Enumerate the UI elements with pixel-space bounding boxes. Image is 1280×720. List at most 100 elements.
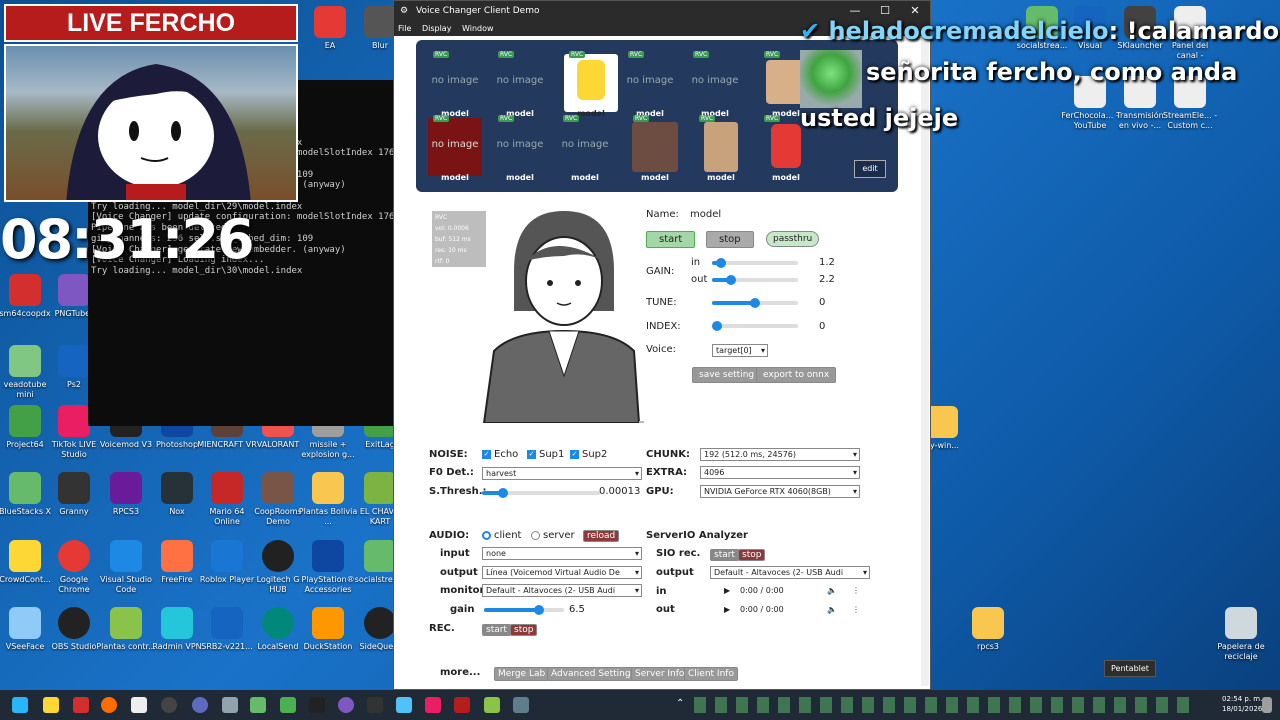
index-slider[interactable] <box>712 321 798 331</box>
monitor-select[interactable]: Default - Altavoces (2- USB Audi <box>482 584 642 597</box>
app-icon[interactable] <box>280 697 296 713</box>
desktop-icon-playstation[interactable]: PlayStation® Accessories <box>298 540 358 595</box>
client-radio[interactable] <box>482 531 491 540</box>
reload-button[interactable]: reload <box>583 530 620 542</box>
app-icon[interactable] <box>338 697 354 713</box>
localsend-icon <box>262 607 294 639</box>
rec-start-button[interactable]: start <box>482 624 511 636</box>
desktop-icon-chrome[interactable]: Google Chrome <box>44 540 104 595</box>
more-link[interactable]: more... <box>440 667 480 678</box>
chat-message-3: usted jejeje <box>800 104 959 132</box>
model-slot[interactable]: RVC no image model <box>493 51 547 118</box>
client-info-button[interactable]: Client Info <box>684 667 738 681</box>
menu-display[interactable]: Display <box>422 24 452 33</box>
desktop-icon-granny[interactable]: Granny <box>44 472 104 517</box>
chevron-up-icon[interactable]: ⌃ <box>676 698 684 709</box>
model-slot[interactable]: RVC no image model <box>623 51 677 118</box>
gain-in-slider[interactable] <box>712 258 798 268</box>
more-icon[interactable]: ⋮ <box>852 584 860 598</box>
chunk-select[interactable]: 192 (512.0 ms, 24576) <box>700 448 860 461</box>
index-label: INDEX: <box>646 321 681 332</box>
sup2-checkbox[interactable]: ✓ <box>570 450 579 459</box>
model-slot-selected[interactable]: RVC model <box>564 51 618 118</box>
gpu-label: GPU: <box>646 486 674 497</box>
vseeface-icon <box>9 607 41 639</box>
output-select[interactable]: Línea (Voicemod Virtual Audio De <box>482 566 642 579</box>
tiktok-icon[interactable] <box>425 697 441 713</box>
gain-out-slider[interactable] <box>712 275 798 285</box>
app-icon[interactable] <box>454 697 470 713</box>
mario-icon <box>211 472 243 504</box>
desktop-icon-duckstation[interactable]: DuckStation <box>298 607 358 652</box>
model-slot[interactable]: RVC no image model <box>493 115 547 182</box>
start-button[interactable]: start <box>646 231 696 248</box>
playstation-icon <box>312 540 344 572</box>
file-explorer-icon[interactable] <box>43 697 59 713</box>
sonic-icon <box>211 607 243 639</box>
server-info-button[interactable]: Server Info <box>631 667 689 681</box>
notifications-icon[interactable] <box>1262 697 1272 713</box>
sio-stop-button[interactable]: stop <box>738 549 766 561</box>
app-icon[interactable] <box>73 697 89 713</box>
sio-start-button[interactable]: start <box>710 549 739 561</box>
app-icon[interactable] <box>131 697 147 713</box>
desktop-icon-plantascontr[interactable]: Plantas contr... <box>96 607 156 652</box>
sthresh-label: S.Thresh.: <box>429 486 487 497</box>
merge-lab-button[interactable]: Merge Lab <box>494 667 550 681</box>
advanced-setting-button[interactable]: Advanced Setting <box>547 667 635 681</box>
voice-select[interactable]: target[0] <box>712 344 768 357</box>
play-icon[interactable]: ▶ <box>724 603 730 617</box>
rec-stop-button[interactable]: stop <box>510 624 538 636</box>
clock[interactable]: 02:54 p. m. 18/01/2026 <box>1222 694 1262 714</box>
tooltip: Pentablet <box>1104 660 1156 677</box>
audio-gain-slider[interactable] <box>484 605 564 615</box>
volume-icon[interactable]: 🔈 <box>827 603 837 617</box>
input-select[interactable]: none <box>482 547 642 560</box>
sup1-checkbox[interactable]: ✓ <box>527 450 536 459</box>
app-icon[interactable] <box>396 697 412 713</box>
desktop-icon-obs[interactable]: OBS Studio <box>44 607 104 652</box>
save-setting-button[interactable]: save setting <box>692 367 762 383</box>
server-radio[interactable] <box>531 531 540 540</box>
model-slot[interactable]: RVC model <box>628 115 682 182</box>
more-icon[interactable]: ⋮ <box>852 603 860 617</box>
passthru-button[interactable]: passthru <box>766 231 820 247</box>
menu-file[interactable]: File <box>398 24 411 33</box>
app-icon[interactable] <box>309 697 325 713</box>
app-icon[interactable] <box>484 697 500 713</box>
gpu-select[interactable]: NVIDIA GeForce RTX 4060(8GB) <box>700 485 860 498</box>
tune-slider[interactable] <box>712 298 798 308</box>
model-slot[interactable]: RVC no image model <box>688 51 742 118</box>
edit-slots-button[interactable]: edit <box>854 160 886 178</box>
app-icon[interactable] <box>250 697 266 713</box>
echo-checkbox[interactable]: ✓ <box>482 450 491 459</box>
window-scrollbar[interactable] <box>921 36 929 686</box>
voice-changer-taskbar-icon[interactable] <box>513 697 529 713</box>
start-icon[interactable] <box>12 697 28 713</box>
project64-icon <box>9 405 41 437</box>
model-slot[interactable]: RVC no image model <box>558 115 612 182</box>
model-slot[interactable]: RVC no image model <box>428 115 482 182</box>
gain-out-label: out <box>691 274 708 285</box>
app-icon[interactable] <box>367 697 383 713</box>
model-slot[interactable]: RVC no image model <box>428 51 482 118</box>
play-icon[interactable]: ▶ <box>724 584 730 598</box>
export-onnx-button[interactable]: export to onnx <box>756 367 837 383</box>
desktop-icon-rpcs3-folder[interactable]: rpcs3 <box>958 607 1018 652</box>
menu-window[interactable]: Window <box>462 24 494 33</box>
model-slot[interactable]: RVC model <box>694 115 748 182</box>
volume-icon[interactable]: 🔈 <box>827 584 837 598</box>
app-icon[interactable] <box>222 697 238 713</box>
stop-button[interactable]: stop <box>706 231 754 248</box>
in-audio-player[interactable]: ▶ 0:00 / 0:00 🔈 ⋮ <box>712 584 862 598</box>
discord-icon[interactable] <box>192 697 208 713</box>
desktop-icon-recycle[interactable]: Papelera de reciclaje <box>1211 607 1271 662</box>
steam-icon[interactable] <box>161 697 177 713</box>
sthresh-slider[interactable] <box>482 488 600 498</box>
firefox-icon[interactable] <box>101 697 117 713</box>
extra-select[interactable]: 4096 <box>700 466 860 479</box>
f0-select[interactable]: harvest <box>482 467 642 480</box>
desktop-icon-plantasbolivia[interactable]: Plantas Bolivia ... <box>298 472 358 527</box>
analyzer-output-select[interactable]: Default - Altavoces (2- USB Audi <box>710 566 870 579</box>
out-audio-player[interactable]: ▶ 0:00 / 0:00 🔈 ⋮ <box>712 603 862 617</box>
